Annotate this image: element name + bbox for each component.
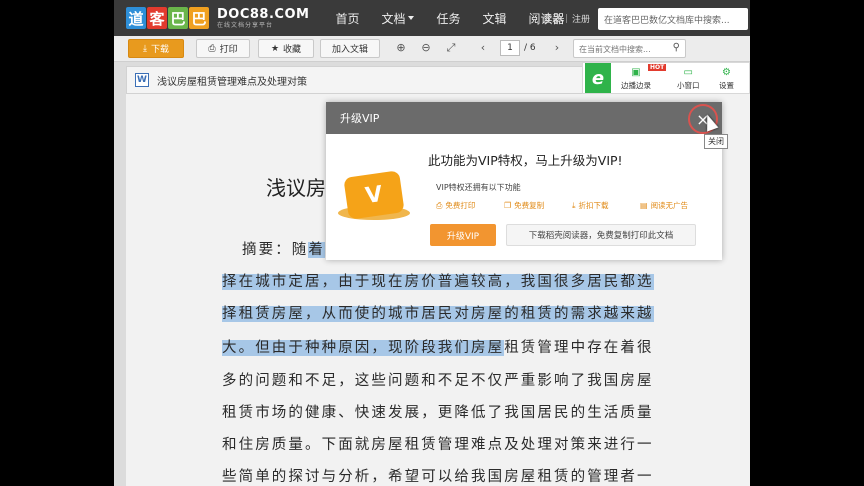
feature-no-ads: ▤ 阅读无广告	[640, 200, 688, 211]
vip-upgrade-dialog: 升级VIP × 关闭 V 此功能为VIP特权，马上升级为VIP! VIP特权还拥…	[326, 102, 728, 260]
text-line: 择租赁房屋，从而使的城市居民对房屋的租赁的需求越来越	[222, 304, 658, 324]
upgrade-vip-button[interactable]: 升级VIP	[430, 224, 496, 246]
printer-icon: ⎙	[436, 200, 443, 210]
nav-documents[interactable]: 文档	[381, 10, 415, 27]
text-line: 租赁市场的健康、快速发展，更降低了我国居民的生活质量	[222, 405, 654, 421]
zoom-in-icon[interactable]: ⊕	[394, 41, 408, 54]
site-search-input[interactable]: 在道客巴巴数亿文档库中搜索...	[598, 8, 748, 30]
highlighted-text: 大。但由于种种原因，现阶段我们房屋	[222, 340, 505, 356]
record-button[interactable]: ▣ 边播边录 HOT	[621, 64, 667, 91]
dialog-headline: 此功能为VIP特权，马上升级为VIP!	[428, 153, 623, 168]
highlighted-text: 择租赁房屋，从而使的城市居民对房屋的租赁的需求越来越	[222, 306, 654, 322]
page-total: / 6	[524, 43, 536, 53]
mini-window-button[interactable]: ▭ 小窗口	[677, 67, 700, 91]
document-heading: 浅议房	[266, 176, 326, 200]
word-doc-icon: W	[135, 73, 149, 87]
document-toolbar: ⤓ 下载 ⎙ 打印 ★ 收藏 加入文辑 ⊕ ⊖ ⤢ ‹ 1 / 6 › 在当前文档中搜…	[114, 36, 750, 62]
document-title: 浅议房屋租赁管理难点及处理对策	[157, 76, 307, 88]
login-link[interactable]: 登录	[543, 12, 561, 25]
logo-tagline: 在线文档分享平台	[217, 21, 274, 29]
register-link[interactable]: 注册	[572, 12, 590, 25]
printer-icon: ⎙	[208, 43, 216, 54]
tv-icon: ▭	[683, 67, 693, 78]
nav-documents-label: 文档	[381, 11, 406, 26]
feature-label: 免费复制	[514, 201, 545, 210]
dialog-title: 升级VIP	[340, 112, 380, 125]
feature-free-copy: ❐ 免费复制	[504, 200, 544, 211]
feature-label: 折扣下载	[578, 201, 609, 210]
print-label: 打印	[219, 45, 238, 55]
text-segment: 租赁管理中存在着很	[504, 340, 654, 356]
settings-label: 设置	[719, 81, 734, 90]
logo-char: 客	[147, 7, 167, 29]
recorder-logo: e	[585, 63, 611, 93]
feature-free-print: ⎙ 免费打印	[436, 200, 475, 211]
logo-char: 巴	[168, 7, 188, 29]
text-line: 择在城市定居，由于现在房价普遍较高，我国很多居民都选	[222, 272, 658, 292]
prev-page-icon[interactable]: ‹	[476, 41, 490, 54]
recorder-panel: e ▣ 边播边录 HOT ▭ 小窗口 ⚙ 设置	[582, 62, 750, 94]
text-line: 些简单的探讨与分析，希望可以给我国房屋租赁的管理者一	[222, 469, 654, 485]
download-label: 下载	[150, 45, 169, 55]
feature-discount-download: ⤓ 折扣下载	[572, 200, 609, 211]
logo-char: 巴	[189, 7, 209, 29]
fullscreen-icon[interactable]: ⤢	[444, 41, 458, 55]
download-button[interactable]: ⤓ 下载	[128, 39, 184, 58]
download-icon: ⤓	[572, 200, 576, 210]
feature-label: 免费打印	[445, 201, 476, 210]
page-number-input[interactable]: 1	[500, 40, 520, 56]
record-icon: ▣	[631, 67, 641, 78]
zoom-out-icon[interactable]: ⊖	[419, 41, 433, 54]
next-page-icon[interactable]: ›	[550, 41, 564, 54]
browser-viewport: 道 客 巴 巴 DOC88.COM 在线文档分享平台 首页 文档 任务 文辑 阅…	[114, 0, 750, 486]
logo-name: DOC88.COM	[217, 6, 310, 22]
search-icon[interactable]: ⚲	[673, 42, 680, 53]
site-header: 道 客 巴 巴 DOC88.COM 在线文档分享平台 首页 文档 任务 文辑 阅…	[114, 0, 750, 36]
feature-label: 阅读无广告	[650, 201, 689, 210]
site-logo[interactable]: 道 客 巴 巴 DOC88.COM 在线文档分享平台	[126, 7, 309, 29]
abstract-label: 摘要：随	[242, 242, 309, 258]
vip-illustration: V	[334, 170, 414, 226]
hot-badge: HOT	[648, 64, 667, 71]
download-icon: ⤓	[143, 43, 147, 54]
chevron-down-icon	[408, 16, 415, 20]
nav-collections[interactable]: 文辑	[483, 10, 507, 27]
nav-home[interactable]: 首页	[335, 10, 359, 27]
book-icon: ▤	[640, 201, 648, 210]
text-line: 大。但由于种种原因，现阶段我们房屋租赁管理中存在着很	[222, 338, 658, 358]
favorite-button[interactable]: ★ 收藏	[258, 39, 314, 58]
download-reader-button[interactable]: 下载稻壳阅读器，免费复制打印此文档	[506, 224, 696, 246]
mini-window-label: 小窗口	[677, 81, 700, 90]
record-label: 边播边录	[621, 81, 651, 90]
gear-icon: ⚙	[722, 67, 731, 78]
text-line: 多的问题和不足，这些问题和不足不仅严重影响了我国房屋	[222, 373, 654, 389]
page-indicator: 1 / 6	[500, 40, 536, 56]
nav-separator: |	[564, 13, 568, 24]
star-icon: ★	[270, 43, 280, 54]
nav-tasks[interactable]: 任务	[436, 10, 460, 27]
logo-char: 道	[126, 7, 146, 29]
vip-badge-icon: V	[343, 170, 405, 220]
copy-icon: ❐	[504, 201, 512, 210]
highlighted-text: 择在城市定居，由于现在房价普遍较高，我国很多居民都选	[222, 274, 654, 290]
doc-search-placeholder: 在当前文档中搜索...	[579, 45, 651, 54]
favorite-label: 收藏	[283, 45, 302, 55]
dialog-subline: VIP特权还拥有以下功能	[436, 183, 521, 192]
text-line: 和住房质量。下面就房屋租赁管理难点及处理对策来进行一	[222, 437, 654, 453]
add-to-collection-button[interactable]: 加入文辑	[320, 39, 380, 58]
doc-search-input[interactable]: 在当前文档中搜索... ⚲	[573, 39, 686, 58]
highlighted-text: 着	[308, 242, 326, 258]
settings-button[interactable]: ⚙ 设置	[719, 67, 734, 91]
close-tooltip: 关闭	[704, 134, 728, 149]
print-button[interactable]: ⎙ 打印	[196, 39, 250, 58]
dialog-header: 升级VIP	[326, 102, 722, 134]
